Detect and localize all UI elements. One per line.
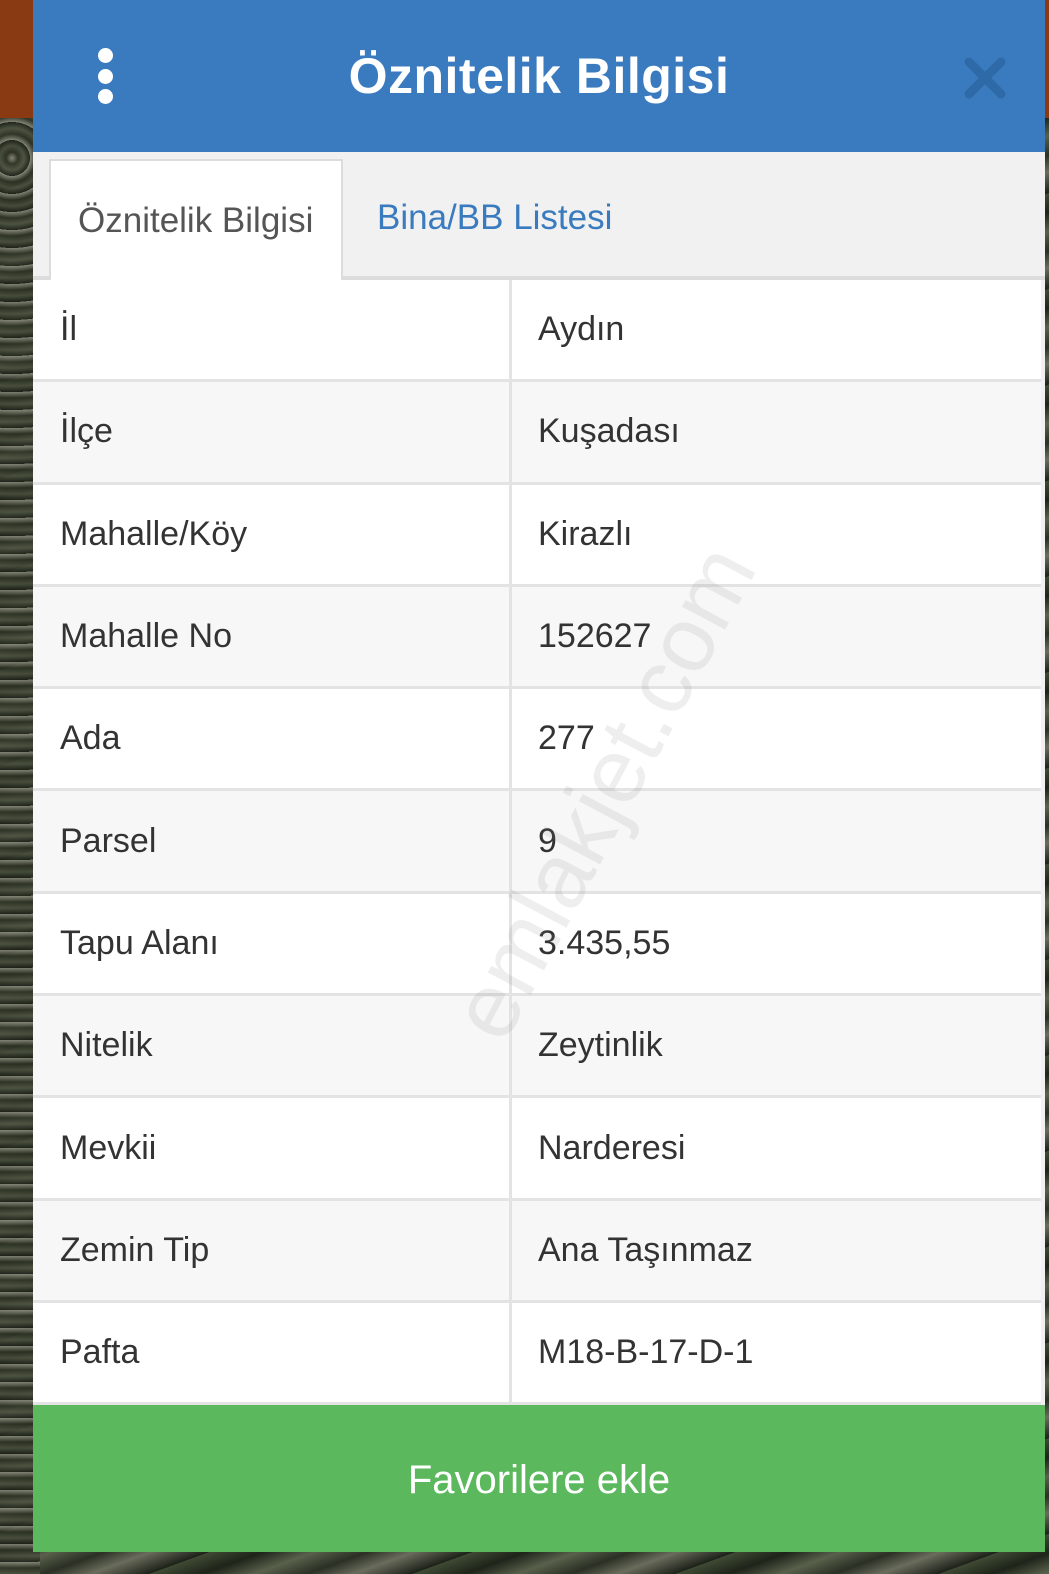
table-row: İlçe Kuşadası: [33, 382, 1041, 485]
row-value: Kirazlı: [538, 514, 633, 553]
table-row: Pafta M18-B-17-D-1: [33, 1302, 1041, 1406]
row-value: M18-B-17-D-1: [538, 1333, 754, 1372]
row-value: 9: [538, 821, 557, 860]
row-key: Zemin Tip: [33, 1200, 512, 1300]
table-row: Zemin Tip Ana Taşınmaz: [33, 1200, 1041, 1303]
close-icon: [964, 57, 1006, 99]
row-key: Mevkii: [33, 1098, 512, 1198]
table-row: Nitelik Zeytinlik: [33, 996, 1041, 1099]
row-key: İl: [33, 280, 512, 380]
row-value: 277: [538, 719, 595, 758]
panel-title: Öznitelik Bilgisi: [348, 48, 730, 104]
tab-building-list[interactable]: Bina/BB Listesi: [343, 159, 639, 276]
row-value: Narderesi: [538, 1128, 686, 1167]
panel-header: Öznitelik Bilgisi: [33, 0, 1045, 152]
row-key: Parsel: [33, 791, 512, 891]
table-row: Parsel 9: [33, 791, 1041, 894]
row-key: Mahalle/Köy: [33, 484, 512, 584]
row-value: Kuşadası: [538, 412, 680, 451]
close-button[interactable]: [963, 56, 1007, 100]
tab-attribute-info[interactable]: Öznitelik Bilgisi: [49, 159, 343, 280]
row-key: Pafta: [33, 1302, 512, 1403]
table-row: Mevkii Narderesi: [33, 1098, 1041, 1201]
row-key: İlçe: [33, 382, 512, 482]
row-value: Ana Taşınmaz: [538, 1230, 753, 1269]
table-row: Ada 277: [33, 689, 1041, 792]
tab-bar: Öznitelik Bilgisi Bina/BB Listesi: [33, 152, 1045, 280]
row-key: Nitelik: [33, 996, 512, 1096]
row-value: 3.435,55: [538, 923, 671, 962]
row-key: Mahalle No: [33, 586, 512, 687]
table-row: Mahalle/Köy Kirazlı: [33, 484, 1041, 587]
row-key: Ada: [33, 689, 512, 789]
row-key: Tapu Alanı: [33, 893, 512, 994]
attribute-table: İl Aydın İlçe Kuşadası Mahalle/Köy Kiraz…: [33, 280, 1041, 1406]
add-to-favorites-button[interactable]: Favorilere ekle: [33, 1405, 1045, 1552]
menu-button[interactable]: [85, 48, 125, 104]
table-row: İl Aydın: [33, 280, 1041, 383]
vertical-dots-icon: [97, 48, 113, 104]
row-value: Zeytinlik: [538, 1026, 663, 1065]
row-value: Aydın: [538, 310, 625, 349]
attribute-info-panel: Öznitelik Bilgisi Öznitelik Bilgisi Bina…: [33, 0, 1045, 1552]
table-row: Tapu Alanı 3.435,55: [33, 893, 1041, 997]
row-value: 152627: [538, 617, 652, 656]
table-row: Mahalle No 152627: [33, 586, 1041, 690]
